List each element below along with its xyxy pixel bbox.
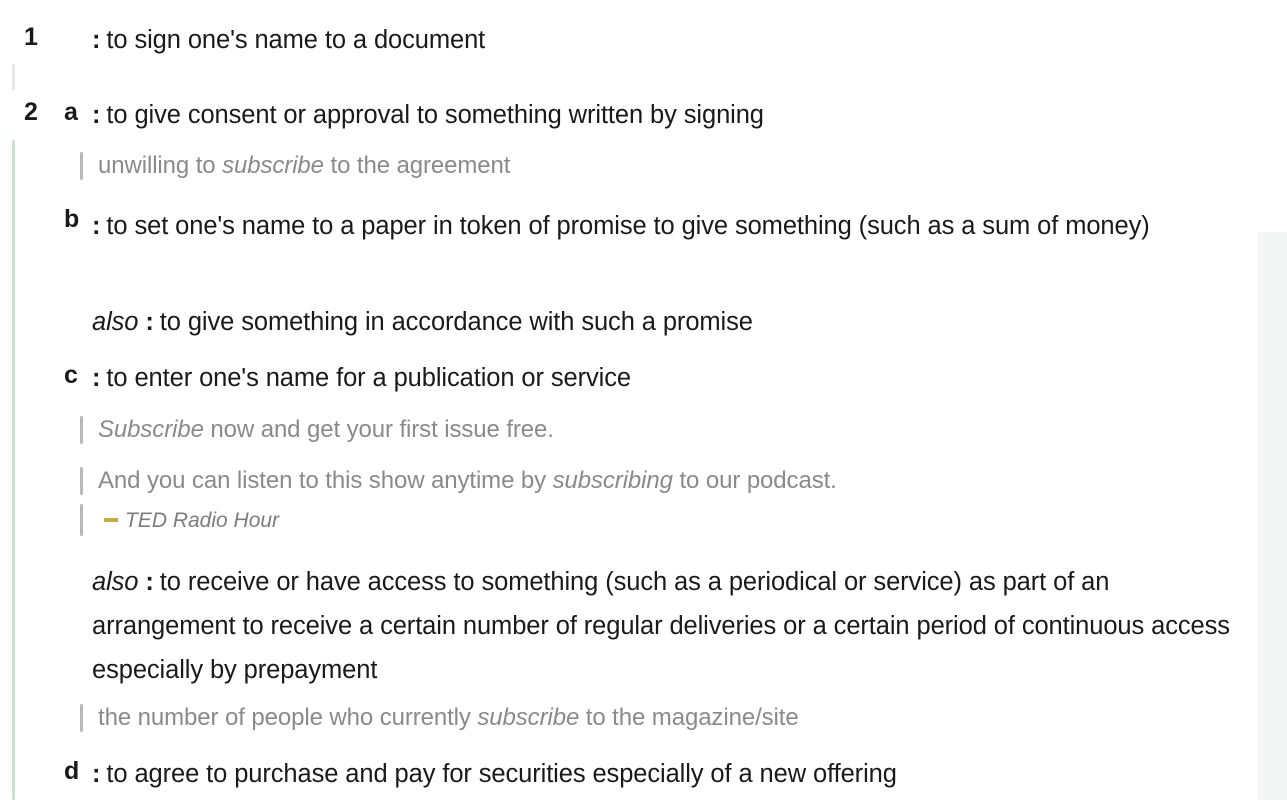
also-label: also xyxy=(92,568,139,596)
example-headword: subscribe xyxy=(477,704,580,731)
sense-letter: b xyxy=(64,205,80,233)
example-text-pre: the number of people who currently xyxy=(98,704,478,731)
sense-2a: 2 a : to give consent or approval to some… xyxy=(0,97,1270,133)
definition-text: to agree to purchase and pay for securit… xyxy=(106,760,897,788)
example-text-post: to our podcast. xyxy=(672,467,837,494)
sense-2c-also-definition: also : to receive or have access to somet… xyxy=(92,560,1252,692)
side-panel-scroll-gutter[interactable] xyxy=(1258,232,1287,800)
example-headword: subscribe xyxy=(222,152,324,179)
sense-letter: a xyxy=(64,98,78,126)
example-text-post: now and get your first issue free. xyxy=(203,416,554,443)
definition-list: 1 : to sign one's name to a document 2 a … xyxy=(0,0,1258,800)
definition-colon: : xyxy=(92,26,101,54)
sense-2c-row: c : to enter one's name for a publication… xyxy=(12,360,1270,396)
attribution-dash-icon xyxy=(104,517,118,522)
definition-text: to give consent or approval to something… xyxy=(106,101,764,129)
sense-2d-row: d : to agree to purchase and pay for secu… xyxy=(12,756,1270,792)
sense-2d: d : to agree to purchase and pay for secu… xyxy=(0,756,1270,792)
attribution-source: TED Radio Hour xyxy=(125,509,280,532)
example-headword: subscribing xyxy=(552,467,673,494)
definition-text: to set one's name to a paper in token of… xyxy=(106,212,1150,240)
sense-number: 2 xyxy=(24,98,38,126)
also-colon: : xyxy=(145,308,154,336)
sense-2c-example-2: And you can listen to this show anytime … xyxy=(80,460,1258,502)
sense-2a-example-1: unwilling to subscribe to the agreement xyxy=(80,145,1258,187)
sense-letter: c xyxy=(64,361,78,389)
sense-2a-row: 2 a : to give consent or approval to some… xyxy=(12,97,1270,133)
sense-2b-also-definition: also : to give something in accordance wi… xyxy=(92,304,1270,340)
sense-2b-definition: : to set one's name to a paper in token o… xyxy=(92,204,1252,248)
also-definition-text: to give something in accordance with suc… xyxy=(159,308,753,336)
also-label: also xyxy=(92,308,139,336)
sense-letter: d xyxy=(64,757,80,785)
definition-colon: : xyxy=(92,364,101,392)
example-text-pre: unwilling to xyxy=(98,152,223,179)
also-definition-text: to receive or have access to something (… xyxy=(92,568,1230,684)
example-text-post: to the agreement xyxy=(323,152,511,179)
example-text-post: to the magazine/site xyxy=(579,704,799,731)
sense-2c-also: also : to receive or have access to somet… xyxy=(0,560,1270,692)
sense-2b-also: also : to give something in accordance wi… xyxy=(0,304,1270,340)
sense-2c-example-2-attribution: TED Radio Hour xyxy=(80,504,1258,538)
also-colon: : xyxy=(145,568,154,596)
sense-1-definition: : to sign one's name to a document xyxy=(92,22,1270,58)
definition-colon: : xyxy=(92,101,101,129)
sense-2b-row: b : to set one's name to a paper in token… xyxy=(12,204,1270,248)
sense-2a-definition: : to give consent or approval to somethin… xyxy=(92,97,1270,133)
sense-2c-example-3: the number of people who currently subsc… xyxy=(80,697,1258,739)
sense-2d-definition: : to agree to purchase and pay for securi… xyxy=(92,756,1270,792)
sense-2c-definition: : to enter one's name for a publication o… xyxy=(92,360,1270,396)
example-text-pre: And you can listen to this show anytime … xyxy=(98,467,553,494)
sense-2c-example-1: Subscribe now and get your first issue f… xyxy=(80,409,1258,451)
definition-colon: : xyxy=(92,212,101,240)
sense-1-rule xyxy=(12,64,15,90)
sense-2b: b : to set one's name to a paper in token… xyxy=(0,204,1270,248)
example-headword: Subscribe xyxy=(98,416,204,443)
sense-2c: c : to enter one's name for a publication… xyxy=(0,360,1270,396)
sense-number: 1 xyxy=(24,23,38,51)
definition-colon: : xyxy=(92,760,101,788)
sense-1-row: 1 : to sign one's name to a document xyxy=(12,22,1270,58)
definition-text: to sign one's name to a document xyxy=(106,26,486,54)
dictionary-entry-page: 1 : to sign one's name to a document 2 a … xyxy=(0,0,1287,800)
definition-text: to enter one's name for a publication or… xyxy=(106,364,631,392)
sense-1: 1 : to sign one's name to a document xyxy=(0,22,1270,58)
